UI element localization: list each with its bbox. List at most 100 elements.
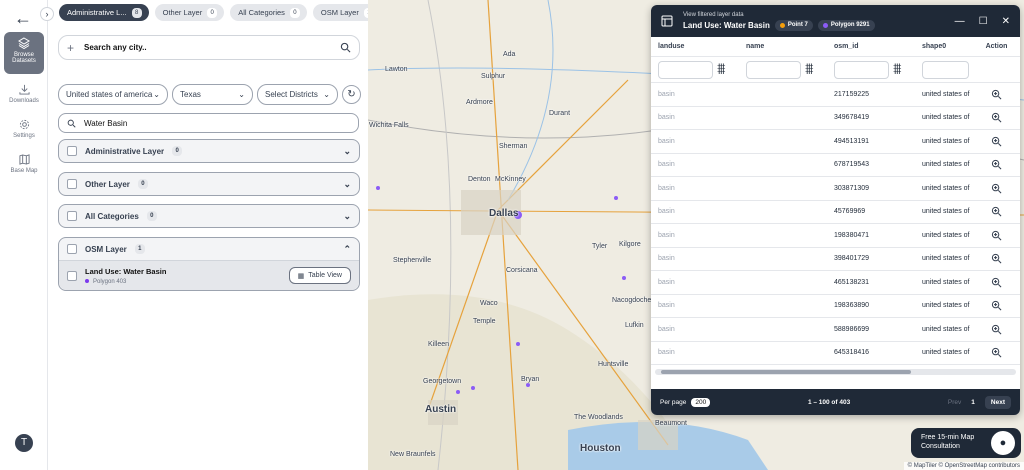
- refresh-button[interactable]: ↻: [342, 85, 361, 104]
- zoom-to-feature-icon[interactable]: [973, 342, 1020, 365]
- city-label: Killeen: [428, 341, 450, 348]
- table-row[interactable]: basin 198363890 united states of: [651, 295, 1020, 318]
- search-icon[interactable]: [340, 42, 351, 53]
- table-view-button[interactable]: ▦ Table View: [288, 267, 351, 284]
- avatar[interactable]: T: [15, 434, 33, 452]
- rail-item-downloads[interactable]: Downloads: [4, 84, 44, 104]
- layer-subtitle-text: Polygon 403: [93, 278, 127, 285]
- table-window-header: View filtered layer data Land Use: Water…: [651, 5, 1020, 37]
- column-header-name[interactable]: name: [739, 37, 827, 56]
- column-header-osm-id[interactable]: osm_id: [827, 37, 915, 56]
- city-search-input[interactable]: [84, 43, 340, 52]
- table-row[interactable]: basin 349678419 united states of: [651, 107, 1020, 130]
- cell-osm-id: 45769969: [834, 208, 866, 216]
- cell-shape0: united states of: [922, 114, 970, 122]
- table-row[interactable]: basin 303871309 united states of: [651, 177, 1020, 201]
- cell-name: [739, 177, 827, 200]
- rail-label-browse: Browse Datasets: [12, 52, 36, 64]
- tab-all-categories[interactable]: All Categories 0: [230, 4, 307, 21]
- country-select[interactable]: United states of america ⌄: [58, 84, 168, 105]
- zoom-to-feature-icon[interactable]: [973, 295, 1020, 318]
- map-attribution[interactable]: © MapTiler © OpenStreetMap contributors: [903, 462, 1024, 470]
- city-label: Georgetown: [423, 378, 462, 385]
- layers-icon: [18, 37, 30, 49]
- cell-osm-id: 494513191: [834, 137, 870, 145]
- zoom-to-feature-icon[interactable]: [973, 248, 1020, 271]
- minimize-icon[interactable]: —: [955, 16, 965, 27]
- horizontal-scrollbar[interactable]: [655, 369, 1016, 375]
- checkbox[interactable]: [67, 146, 77, 156]
- close-icon[interactable]: ✕: [1002, 16, 1010, 27]
- consultation-button[interactable]: Free 15-min Map Consultation ●: [911, 428, 1021, 458]
- rail-item-settings[interactable]: Settings: [4, 119, 44, 139]
- accordion-header[interactable]: OSM Layer 1 ⌃: [59, 238, 359, 260]
- cell-landuse: basin: [658, 325, 675, 333]
- table-row[interactable]: basin 465138231 united states of: [651, 271, 1020, 295]
- cell-name: [739, 107, 827, 130]
- checkbox[interactable]: [67, 244, 77, 254]
- maximize-icon[interactable]: ☐: [979, 16, 988, 27]
- zoom-to-feature-icon[interactable]: [973, 177, 1020, 200]
- column-header-landuse[interactable]: landuse: [651, 37, 739, 56]
- accordion-header[interactable]: Administrative Layer 0 ⌄: [59, 140, 359, 162]
- state-select[interactable]: Texas ⌄: [172, 84, 253, 105]
- accordion-header[interactable]: All Categories 0 ⌄: [59, 205, 359, 227]
- name-filter-input[interactable]: [746, 60, 801, 79]
- table-row[interactable]: basin 398401729 united states of: [651, 248, 1020, 271]
- rail-item-browse-datasets[interactable]: Browse Datasets: [4, 32, 44, 74]
- district-select[interactable]: Select Districts ⌄: [257, 84, 338, 105]
- checkbox[interactable]: [67, 211, 77, 221]
- zoom-to-feature-icon[interactable]: [973, 154, 1020, 177]
- next-button[interactable]: Next: [984, 395, 1011, 409]
- chevron-down-icon: ⌄: [238, 90, 245, 99]
- table-row[interactable]: basin 645318443united states of: [651, 365, 1020, 367]
- osm-id-filter-input[interactable]: [834, 60, 889, 79]
- tab-count: 8: [131, 7, 142, 18]
- filter-cell: ⩩: [739, 57, 827, 82]
- zoom-to-feature-icon[interactable]: [973, 201, 1020, 224]
- tab-other-layer[interactable]: Other Layer 0: [154, 4, 225, 21]
- rail-item-base-map[interactable]: Base Map: [4, 154, 44, 174]
- accordion-header[interactable]: Other Layer 0 ⌄: [59, 173, 359, 195]
- cell-shape0: united states of: [915, 365, 973, 367]
- filter-icon[interactable]: ⩩: [805, 61, 814, 79]
- per-page-select[interactable]: 200: [691, 397, 711, 407]
- category-tabs: Administrative L... 8 Other Layer 0 All Ca…: [59, 4, 381, 21]
- refresh-icon: ↻: [347, 89, 356, 100]
- table-row[interactable]: basin 678719543 united states of: [651, 154, 1020, 177]
- zoom-to-feature-icon[interactable]: [973, 224, 1020, 247]
- layer-filter-input[interactable]: [84, 118, 350, 128]
- zoom-to-feature-icon[interactable]: [973, 365, 1020, 367]
- table-row[interactable]: basin 494513191 united states of: [651, 130, 1020, 154]
- collapse-panel-button[interactable]: ›: [40, 7, 54, 21]
- table-window-caption: View filtered layer data: [683, 11, 744, 18]
- landuse-filter-input[interactable]: [658, 60, 713, 79]
- zoom-to-feature-icon[interactable]: [973, 318, 1020, 341]
- table-row[interactable]: basin 198380471 united states of: [651, 224, 1020, 248]
- checkbox[interactable]: [67, 270, 77, 281]
- cell-osm-id: 645318416: [834, 349, 870, 357]
- zoom-to-feature-icon[interactable]: [973, 83, 1020, 106]
- table-row[interactable]: basin 217159225 united states of: [651, 83, 1020, 107]
- table-row[interactable]: basin 645318416 united states of: [651, 342, 1020, 365]
- column-header-shape0[interactable]: shape0: [915, 37, 973, 56]
- table-row[interactable]: basin 588986699 united states of: [651, 318, 1020, 342]
- gear-icon: [19, 119, 29, 130]
- prev-button[interactable]: Prev: [948, 399, 961, 406]
- table-row[interactable]: basin 45769969 united states of: [651, 201, 1020, 224]
- zoom-to-feature-icon[interactable]: [973, 107, 1020, 130]
- city-label: The Woodlands: [574, 414, 623, 421]
- filter-icon[interactable]: ⩩: [893, 61, 902, 79]
- back-arrow-icon[interactable]: ←: [14, 8, 32, 29]
- zoom-to-feature-icon[interactable]: [973, 130, 1020, 153]
- zoom-to-feature-icon[interactable]: [973, 271, 1020, 294]
- filter-icon[interactable]: ⩩: [717, 61, 726, 79]
- cell-landuse: basin: [658, 231, 675, 239]
- checkbox[interactable]: [67, 179, 77, 189]
- scrollbar-thumb[interactable]: [661, 370, 911, 374]
- rail-label-settings: Settings: [13, 133, 35, 139]
- tab-administrative[interactable]: Administrative L... 8: [59, 4, 149, 21]
- cell-shape0: united states of: [922, 325, 970, 333]
- shape0-filter-input[interactable]: [922, 60, 969, 79]
- rail-label-downloads: Downloads: [9, 98, 39, 104]
